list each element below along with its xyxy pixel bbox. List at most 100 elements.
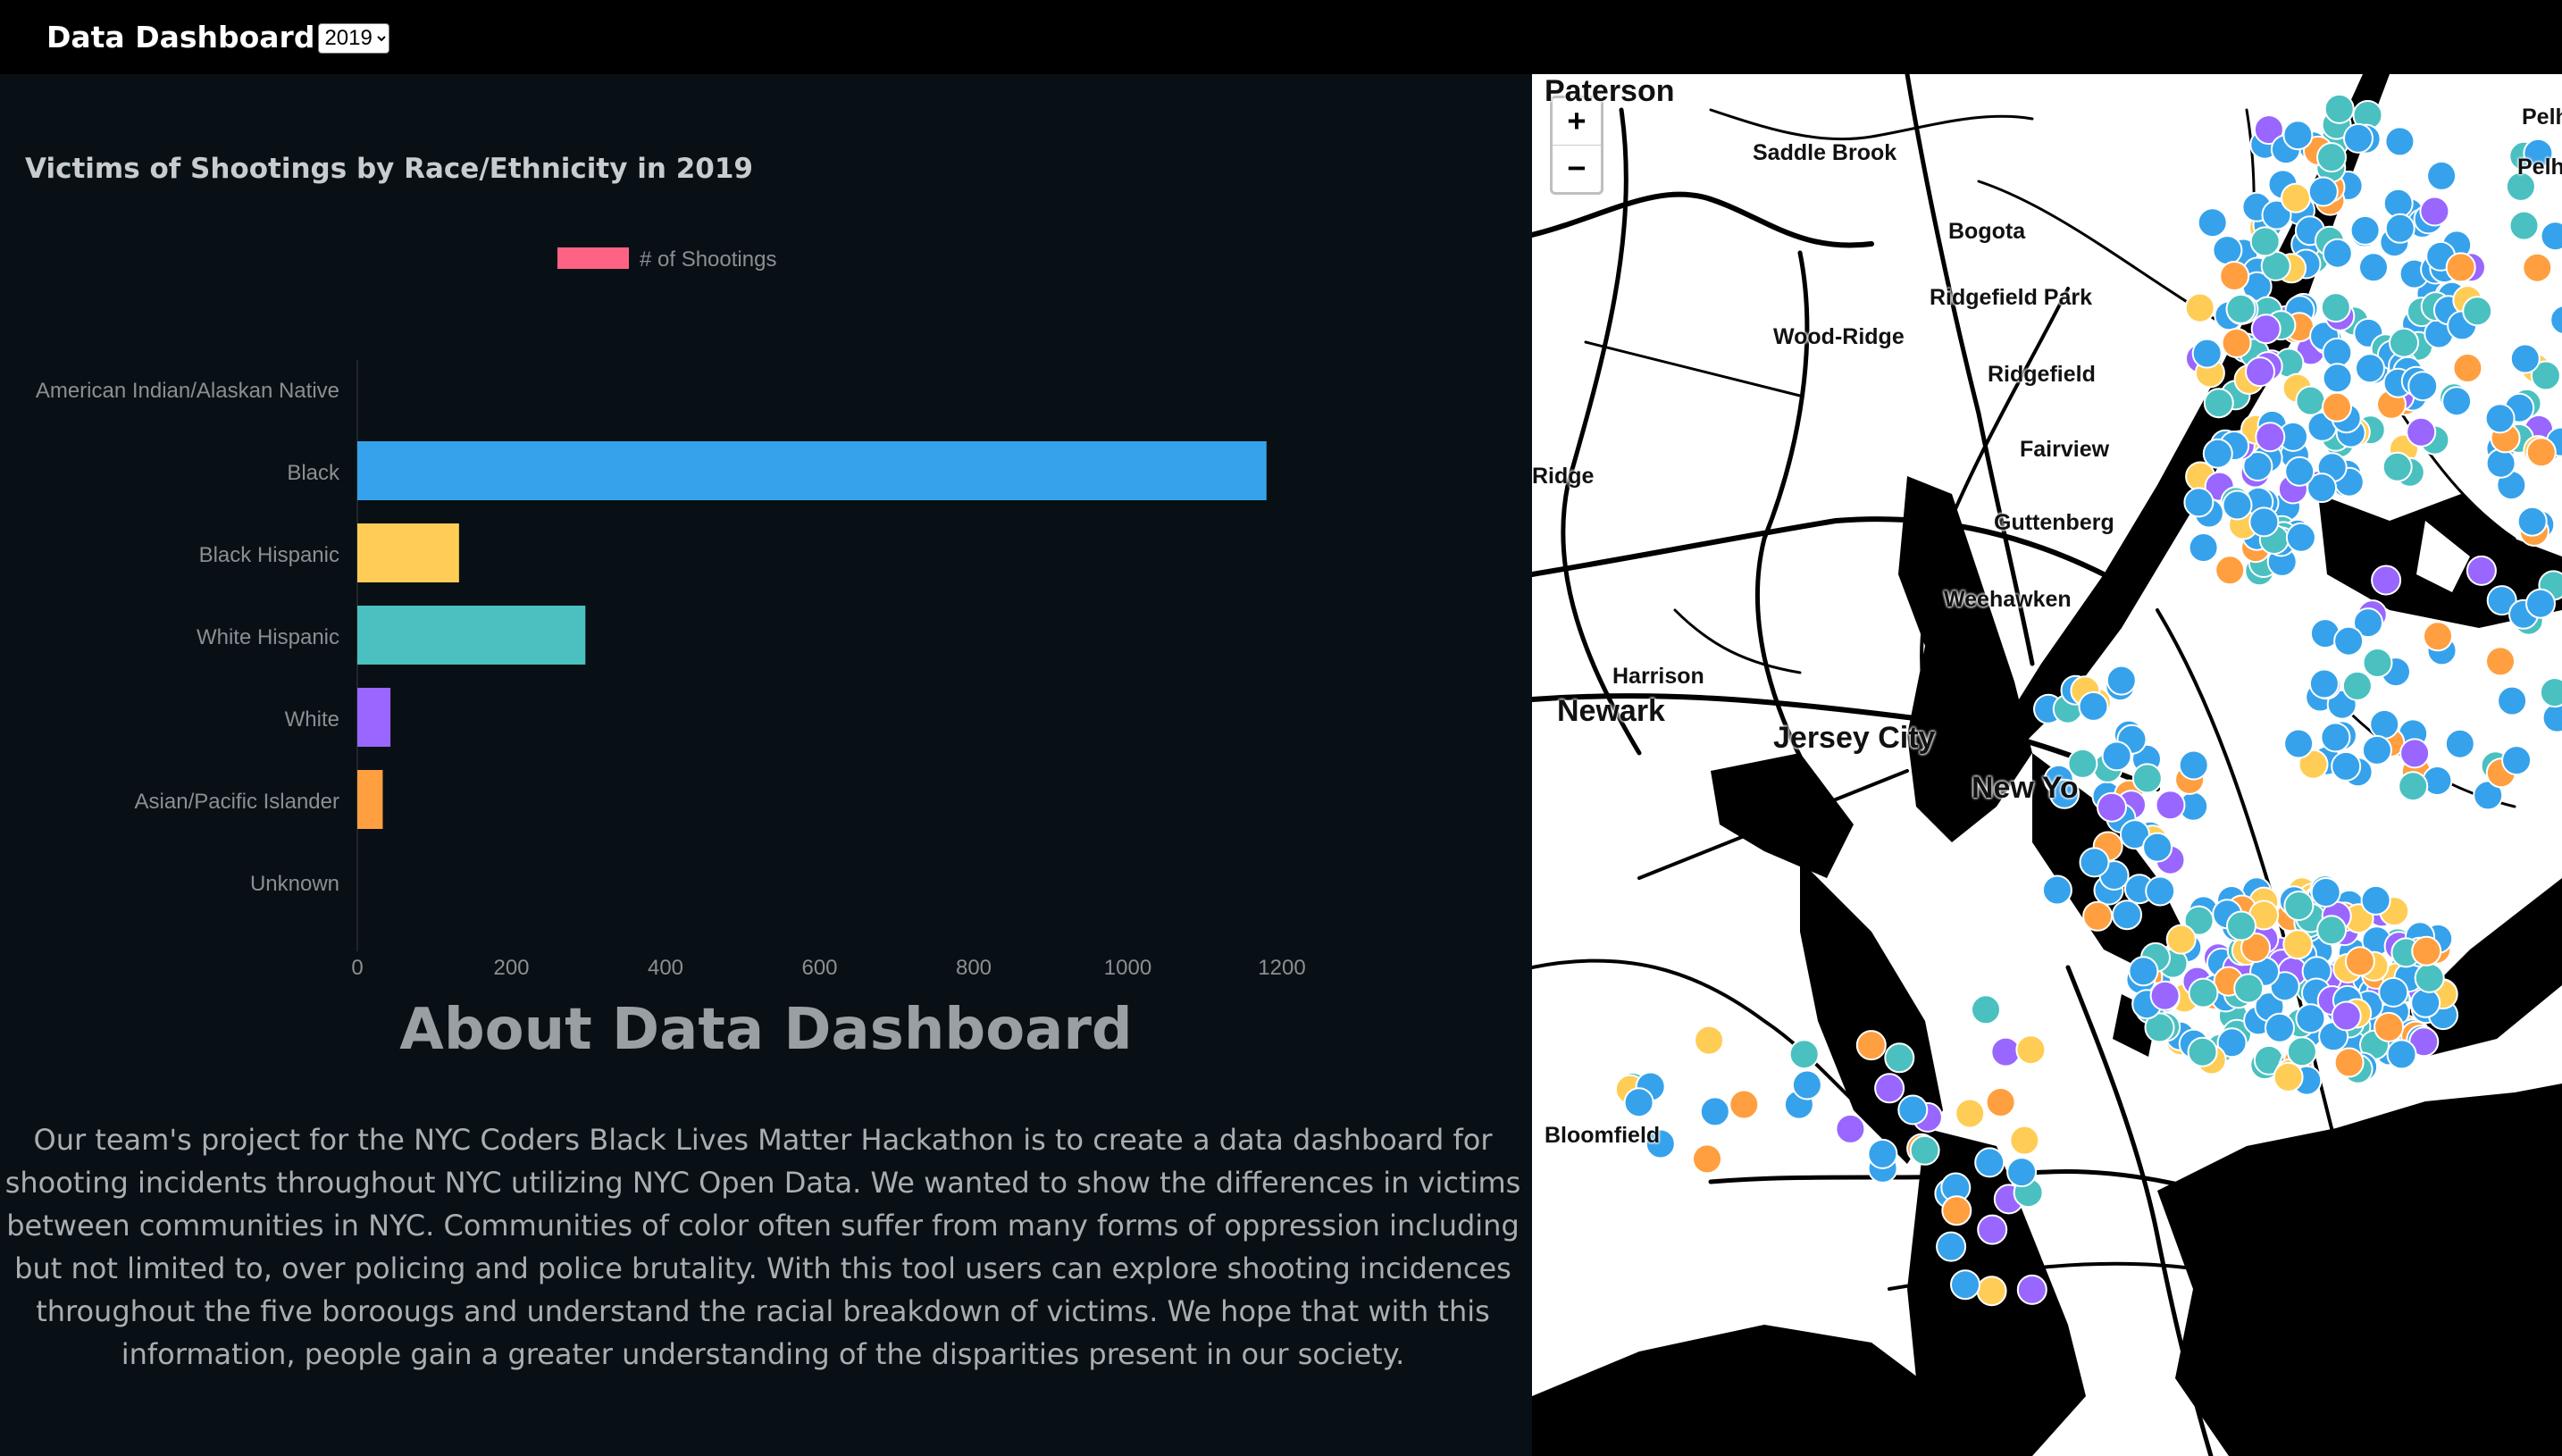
shooting-marker[interactable] <box>2333 1047 2365 1078</box>
shooting-marker[interactable] <box>1950 1269 1980 1301</box>
shooting-marker[interactable] <box>1976 1276 2007 1307</box>
shooting-marker[interactable] <box>1729 1089 1760 1120</box>
shooting-marker[interactable] <box>2344 946 2375 977</box>
shooting-marker[interactable] <box>2320 722 2351 753</box>
shooting-marker[interactable] <box>2191 338 2223 369</box>
shooting-marker[interactable] <box>2362 648 2393 678</box>
shooting-marker[interactable] <box>2142 832 2173 863</box>
shooting-marker[interactable] <box>2322 337 2353 368</box>
shooting-marker[interactable] <box>2516 506 2548 537</box>
shooting-marker[interactable] <box>2131 763 2163 794</box>
shooting-marker[interactable] <box>2322 238 2353 269</box>
shooting-marker[interactable] <box>2281 182 2311 213</box>
shooting-marker[interactable] <box>2361 734 2392 766</box>
shooting-marker[interactable] <box>2374 1011 2405 1042</box>
shooting-marker[interactable] <box>2509 343 2541 374</box>
shooting-marker[interactable] <box>2410 987 2441 1018</box>
shooting-marker[interactable] <box>1941 1195 1972 1226</box>
shooting-marker[interactable] <box>1974 1147 2005 1178</box>
shooting-marker[interactable] <box>2508 210 2540 241</box>
shooting-marker[interactable] <box>2188 977 2219 1008</box>
shooting-marker[interactable] <box>2183 487 2215 518</box>
shooting-marker[interactable] <box>1897 1094 1929 1125</box>
shooting-marker[interactable] <box>2320 292 2351 323</box>
shooting-marker[interactable] <box>2441 386 2473 417</box>
shooting-marker[interactable] <box>2307 176 2339 207</box>
shooting-marker[interactable] <box>2197 207 2228 238</box>
shooting-marker[interactable] <box>2226 910 2256 941</box>
shooting-marker[interactable] <box>2273 1061 2304 1092</box>
shooting-marker[interactable] <box>2097 791 2127 823</box>
shooting-marker[interactable] <box>1867 1138 1898 1169</box>
shooting-marker[interactable] <box>2485 448 2516 479</box>
shooting-marker[interactable] <box>2406 416 2437 448</box>
shooting-marker[interactable] <box>2286 1036 2317 1067</box>
shooting-marker[interactable] <box>2549 305 2562 335</box>
shooting-map[interactable]: + − Paterson Saddle Brook Pelh Pelham Bo… <box>1532 74 2562 1456</box>
shooting-marker[interactable] <box>2245 356 2275 388</box>
shooting-marker[interactable] <box>2444 728 2475 759</box>
shooting-marker[interactable] <box>2145 875 2176 907</box>
shooting-marker[interactable] <box>2009 1125 2040 1156</box>
shooting-marker[interactable] <box>2349 214 2381 246</box>
shooting-marker[interactable] <box>2082 900 2114 932</box>
shooting-marker[interactable] <box>2485 646 2516 677</box>
shooting-marker[interactable] <box>2398 771 2429 802</box>
shooting-marker[interactable] <box>2128 956 2159 987</box>
shooting-marker[interactable] <box>2187 1036 2218 1067</box>
shooting-marker[interactable] <box>2212 235 2243 266</box>
map-canvas[interactable] <box>1532 74 2562 1456</box>
shooting-marker[interactable] <box>1909 1134 1940 1166</box>
shooting-marker[interactable] <box>2222 490 2253 521</box>
shooting-marker[interactable] <box>1971 994 2001 1025</box>
shooting-marker[interactable] <box>2225 293 2256 324</box>
shooting-marker[interactable] <box>2389 327 2419 358</box>
shooting-marker[interactable] <box>2079 847 2110 878</box>
shooting-marker[interactable] <box>2282 120 2314 151</box>
shooting-marker[interactable] <box>2295 385 2326 416</box>
shooting-marker[interactable] <box>2331 1000 2362 1032</box>
shooting-marker[interactable] <box>2525 437 2557 468</box>
shooting-marker[interactable] <box>2341 670 2373 701</box>
shooting-marker[interactable] <box>1955 1098 1986 1129</box>
shooting-marker[interactable] <box>2255 422 2286 453</box>
shooting-marker[interactable] <box>1835 1113 1866 1144</box>
shooting-marker[interactable] <box>2399 738 2431 769</box>
shooting-marker[interactable] <box>2308 668 2340 699</box>
shooting-marker[interactable] <box>2414 962 2445 993</box>
shooting-marker[interactable] <box>2016 1274 2047 1305</box>
shooting-marker[interactable] <box>2283 891 2315 921</box>
shooting-marker[interactable] <box>2322 391 2352 423</box>
shooting-marker[interactable] <box>1977 1214 2008 1245</box>
shooting-marker[interactable] <box>1694 1025 1725 1056</box>
shooting-marker[interactable] <box>2215 555 2246 586</box>
shooting-marker[interactable] <box>2015 1034 2047 1066</box>
shooting-marker[interactable] <box>2202 438 2233 469</box>
zoom-out-button[interactable]: − <box>1553 145 1601 192</box>
shooting-marker[interactable] <box>2316 915 2348 946</box>
shooting-marker[interactable] <box>2423 621 2453 652</box>
shooting-marker[interactable] <box>1874 1073 1905 1104</box>
shooting-marker[interactable] <box>2360 884 2391 916</box>
shooting-marker[interactable] <box>2419 196 2450 227</box>
shooting-marker[interactable] <box>2155 790 2186 821</box>
shooting-marker[interactable] <box>2525 588 2556 619</box>
shooting-marker[interactable] <box>2295 1003 2326 1034</box>
shooting-marker[interactable] <box>2358 252 2389 283</box>
shooting-marker[interactable] <box>2497 685 2528 716</box>
shooting-marker[interactable] <box>2445 252 2476 283</box>
shooting-marker[interactable] <box>2384 126 2415 157</box>
shooting-marker[interactable] <box>2078 690 2109 722</box>
shooting-marker[interactable] <box>2501 745 2533 776</box>
shooting-marker[interactable] <box>2112 900 2142 931</box>
shooting-marker[interactable] <box>2541 702 2562 733</box>
shooting-marker[interactable] <box>2378 976 2409 1008</box>
shooting-marker[interactable] <box>2539 677 2562 708</box>
shooting-marker[interactable] <box>2382 188 2414 219</box>
shooting-marker[interactable] <box>1990 1036 2022 1067</box>
shooting-marker[interactable] <box>1791 1069 1822 1100</box>
shooting-marker[interactable] <box>2343 122 2374 154</box>
shooting-marker[interactable] <box>2101 741 2132 772</box>
shooting-marker[interactable] <box>2249 226 2281 257</box>
year-select[interactable]: 2019 <box>318 22 390 54</box>
